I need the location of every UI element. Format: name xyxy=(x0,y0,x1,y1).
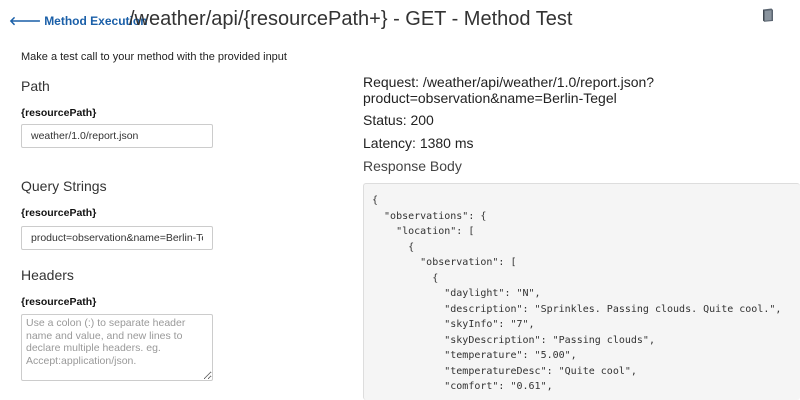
method-execution-back-link[interactable]: 🡐 Method Execution xyxy=(9,13,148,28)
intro-text: Make a test call to your method with the… xyxy=(21,51,287,63)
query-param-label: {resourcePath} xyxy=(21,207,97,219)
response-body-title: Response Body xyxy=(363,158,462,174)
path-section-title: Path xyxy=(21,78,50,94)
book-icon[interactable] xyxy=(760,7,776,23)
path-param-input[interactable] xyxy=(21,124,213,148)
arrow-left-icon: 🡐 xyxy=(9,14,42,28)
header: 🡐 Method Execution /weather/api/{resource… xyxy=(0,0,800,40)
request-url-line1: Request: /weather/api/weather/1.0/report… xyxy=(363,74,655,90)
page-title: /weather/api/{resourcePath+} - GET - Met… xyxy=(129,8,573,30)
latency-text: Latency: 1380 ms xyxy=(363,135,474,151)
response-body-box[interactable]: { "observations": { "location": [ { "obs… xyxy=(363,183,800,400)
response-body-code: { "observations": { "location": [ { "obs… xyxy=(372,195,782,392)
headers-section-title: Headers xyxy=(21,267,74,283)
path-param-label: {resourcePath} xyxy=(21,107,97,119)
status-text: Status: 200 xyxy=(363,112,434,128)
headers-textarea[interactable] xyxy=(21,314,213,381)
query-strings-section-title: Query Strings xyxy=(21,178,107,194)
query-strings-input[interactable] xyxy=(21,226,213,250)
headers-param-label: {resourcePath} xyxy=(21,296,97,308)
request-url-line2: product=observation&name=Berlin-Tegel xyxy=(363,90,617,106)
